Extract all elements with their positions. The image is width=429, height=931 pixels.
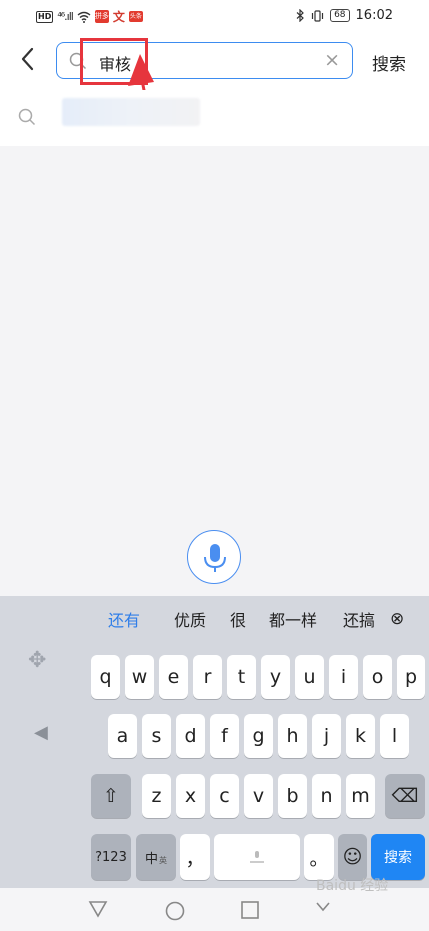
key-i[interactable]: i (329, 655, 358, 699)
key-h[interactable]: h (278, 714, 307, 758)
watermark: Baidu 经验 (316, 878, 389, 894)
wifi-icon (77, 11, 91, 23)
candidate-item[interactable]: 很 (230, 607, 246, 631)
search-icon (18, 108, 36, 126)
nav-home-icon[interactable] (164, 900, 186, 922)
key-q[interactable]: q (91, 655, 120, 699)
space-key[interactable] (214, 834, 300, 880)
key-c[interactable]: c (210, 774, 239, 818)
bluetooth-icon (296, 9, 304, 22)
app-notify-icon-3: 头条 (128, 11, 143, 22)
screen: HD ⁴⁶.ıll 拼多 文 头条 68 16:02 审核 × 搜索 还有 优质… (0, 0, 429, 931)
key-r[interactable]: r (193, 655, 222, 699)
key-m[interactable]: m (346, 774, 375, 818)
back-icon[interactable] (14, 44, 42, 74)
shift-key[interactable]: ⇧ (91, 774, 131, 818)
numbers-key[interactable]: ?123 (91, 834, 131, 880)
key-x[interactable]: x (176, 774, 205, 818)
vibrate-icon (311, 9, 324, 22)
key-f[interactable]: f (210, 714, 239, 758)
key-j[interactable]: j (312, 714, 341, 758)
battery-icon: 68 (330, 9, 350, 22)
close-candidates-icon[interactable]: ⊗ (390, 609, 404, 629)
clear-icon[interactable]: × (324, 49, 340, 71)
candidate-item[interactable]: 还有 (108, 607, 140, 631)
key-t[interactable]: t (227, 655, 256, 699)
key-o[interactable]: o (363, 655, 392, 699)
collapse-left-icon[interactable]: ◀ (34, 722, 48, 743)
suggestion-row[interactable] (0, 90, 429, 146)
nav-back-icon[interactable] (88, 900, 108, 918)
language-key[interactable]: 中英 (136, 834, 176, 880)
key-z[interactable]: z (142, 774, 171, 818)
backspace-key[interactable]: ⌫ (385, 774, 425, 818)
keyboard-move-icon[interactable]: ✥ (28, 648, 46, 673)
microphone-icon (250, 851, 264, 863)
blurred-suggestion (62, 98, 200, 126)
candidate-item[interactable]: 还搞 (343, 607, 375, 631)
language-key-label: 中 (144, 851, 158, 867)
nav-recent-icon[interactable] (240, 900, 260, 920)
status-left: HD ⁴⁶.ıll 拼多 文 头条 (36, 8, 143, 25)
status-right: 68 16:02 (296, 8, 393, 23)
key-p[interactable]: p (397, 655, 425, 699)
key-e[interactable]: e (159, 655, 188, 699)
key-y[interactable]: y (261, 655, 290, 699)
period-key[interactable]: 。 (304, 834, 334, 880)
key-l[interactable]: l (380, 714, 409, 758)
key-d[interactable]: d (176, 714, 205, 758)
key-a[interactable]: a (108, 714, 137, 758)
clock: 16:02 (355, 8, 393, 23)
nav-hide-keyboard-icon[interactable] (314, 900, 332, 914)
key-v[interactable]: v (244, 774, 273, 818)
highlight-box (80, 38, 148, 85)
app-notify-icon: 拼多 (94, 10, 109, 23)
microphone-icon (204, 544, 226, 572)
search-button[interactable]: 搜索 (372, 50, 406, 75)
status-bar: HD ⁴⁶.ıll 拼多 文 头条 68 16:02 (0, 0, 429, 32)
key-n[interactable]: n (312, 774, 341, 818)
key-g[interactable]: g (244, 714, 273, 758)
candidate-bar: 还有 优质 很 都一样 还搞 ⊗ (88, 596, 429, 642)
content-area (0, 146, 429, 596)
voice-input-button[interactable] (187, 530, 241, 584)
candidate-item[interactable]: 都一样 (269, 607, 317, 631)
app-notify-icon-2: 文 (112, 10, 125, 24)
key-k[interactable]: k (346, 714, 375, 758)
key-w[interactable]: w (125, 655, 154, 699)
signal-icon: ⁴⁶.ıll (57, 10, 74, 23)
key-u[interactable]: u (295, 655, 324, 699)
hd-icon: HD (36, 10, 54, 23)
search-header: 审核 × 搜索 (0, 32, 429, 90)
candidate-item[interactable]: 优质 (174, 607, 206, 631)
language-key-sub: 英 (159, 855, 167, 865)
key-b[interactable]: b (278, 774, 307, 818)
key-s[interactable]: s (142, 714, 171, 758)
comma-key[interactable]: ， (180, 834, 210, 880)
emoji-key[interactable]: ☺ (338, 834, 367, 880)
search-key[interactable]: 搜索 (371, 834, 425, 880)
